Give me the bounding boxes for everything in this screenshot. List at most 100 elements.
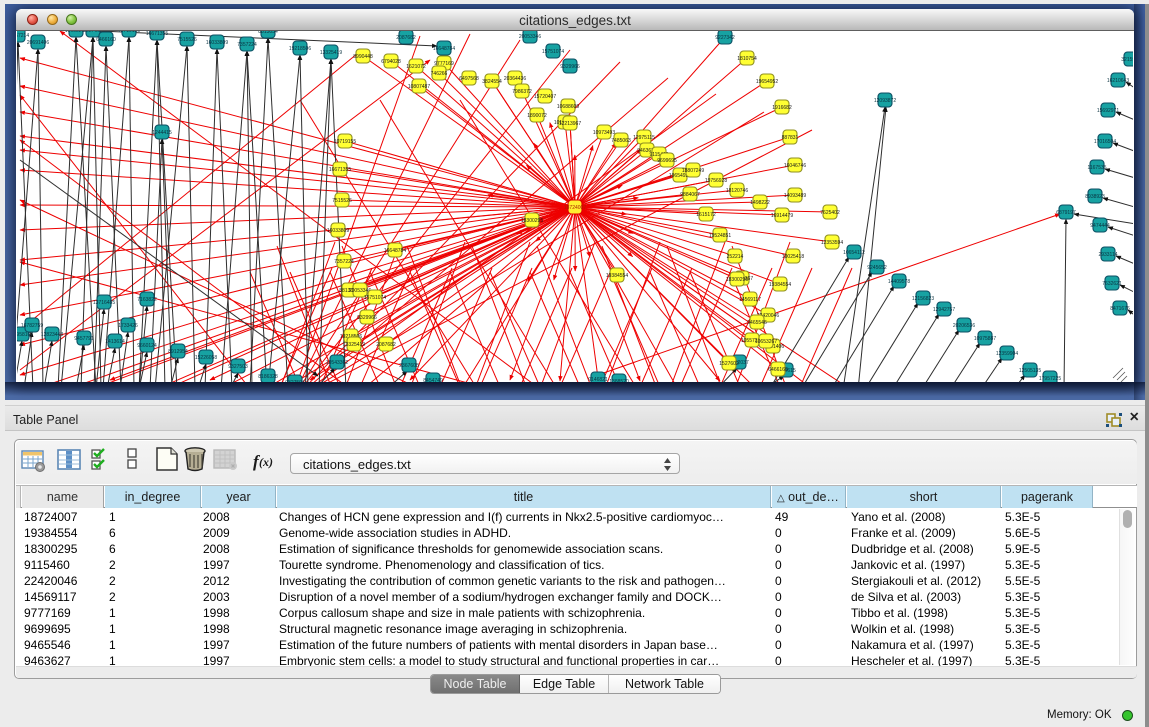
svg-text:6879197: 6879197 (1056, 210, 1076, 216)
svg-text:9465546: 9465546 (747, 320, 767, 326)
svg-text:8912954: 8912954 (168, 349, 188, 355)
svg-text:887831: 887831 (782, 135, 799, 141)
svg-text:10025418: 10025418 (782, 254, 804, 260)
svg-text:18120746: 18120746 (726, 188, 748, 194)
svg-text:2933114: 2933114 (1098, 252, 1117, 258)
svg-text:10543362: 10543362 (326, 360, 348, 366)
svg-text:1244415: 1244415 (152, 130, 172, 136)
svg-text:9327503: 9327503 (228, 364, 248, 370)
svg-text:17957225: 17957225 (1039, 376, 1061, 382)
svg-text:6466160: 6466160 (768, 367, 788, 373)
svg-text:10958167: 10958167 (17, 332, 33, 338)
svg-text:20206536: 20206536 (953, 323, 975, 329)
svg-text:16046746: 16046746 (784, 163, 806, 169)
svg-text:12353594: 12353594 (821, 240, 843, 246)
svg-text:10719155: 10719155 (334, 139, 356, 145)
svg-text:9457791: 9457791 (74, 336, 94, 342)
svg-text:7357224: 7357224 (237, 42, 257, 48)
svg-text:14093489: 14093489 (784, 193, 806, 199)
svg-text:13325419: 13325419 (320, 50, 342, 56)
svg-text:1527602: 1527602 (719, 361, 739, 367)
svg-text:15751074: 15751074 (364, 295, 386, 301)
svg-text:18807249: 18807249 (682, 168, 704, 174)
svg-text:2087682: 2087682 (396, 35, 416, 41)
svg-text:7357224: 7357224 (334, 259, 354, 265)
svg-text:10719155: 10719155 (118, 31, 140, 34)
svg-text:12359904: 12359904 (996, 351, 1018, 357)
svg-text:9474444: 9474444 (1090, 223, 1110, 229)
svg-text:9245652: 9245652 (867, 265, 887, 271)
svg-text:13716485: 13716485 (93, 300, 115, 306)
svg-text:19524851: 19524851 (709, 233, 731, 239)
svg-text:14409578: 14409578 (888, 279, 910, 285)
svg-text:12213967: 12213967 (559, 121, 581, 127)
svg-text:15720407: 15720407 (534, 94, 556, 100)
svg-text:8990448: 8990448 (353, 54, 373, 60)
svg-text:16671355: 16671355 (329, 167, 351, 173)
svg-text:15226058: 15226058 (195, 355, 217, 361)
svg-text:1498222: 1498222 (750, 200, 770, 206)
svg-text:12942757: 12942757 (933, 307, 955, 313)
svg-text:19218506: 19218506 (289, 46, 311, 52)
svg-text:7625402: 7625402 (820, 210, 840, 216)
svg-text:8471676: 8471676 (1110, 306, 1130, 312)
svg-text:16033809: 16033809 (327, 228, 349, 234)
svg-text:9660124: 9660124 (137, 343, 157, 349)
svg-text:19384554: 19384554 (606, 273, 628, 279)
svg-text:14569117: 14569117 (739, 297, 761, 303)
svg-text:1733426: 1733426 (118, 323, 138, 329)
svg-text:6466160: 6466160 (96, 37, 116, 43)
svg-text:10975887: 10975887 (974, 336, 996, 342)
svg-text:16648784: 16648784 (384, 248, 406, 254)
svg-text:2367608: 2367608 (399, 363, 419, 369)
svg-text:8813054: 8813054 (258, 31, 278, 35)
svg-text:252214: 252214 (727, 254, 744, 260)
svg-text:18300295: 18300295 (521, 218, 543, 224)
svg-text:6794028: 6794028 (381, 59, 401, 65)
svg-text:10973493: 10973493 (593, 130, 615, 136)
svg-text:16914479: 16914479 (771, 213, 793, 219)
svg-text:746266: 746266 (431, 71, 448, 77)
svg-text:7485063: 7485063 (611, 138, 631, 144)
svg-text:19384554: 19384554 (769, 282, 791, 288)
svg-text:6497568: 6497568 (459, 76, 479, 82)
svg-text:1810754: 1810754 (737, 56, 757, 62)
svg-text:10557214: 10557214 (17, 33, 29, 39)
svg-text:10654112: 10654112 (843, 250, 865, 256)
svg-text:12975115: 12975115 (633, 135, 655, 141)
svg-text:10688609: 10688609 (557, 104, 579, 110)
svg-text:10807487: 10807487 (408, 84, 430, 90)
svg-text:7515526: 7515526 (177, 37, 197, 43)
svg-text:20053346: 20053346 (519, 34, 541, 40)
svg-text:1621072: 1621072 (406, 64, 426, 70)
svg-text:9699695: 9699695 (657, 158, 677, 164)
svg-text:16210643: 16210643 (1107, 78, 1129, 84)
svg-text:8186328: 8186328 (258, 374, 278, 380)
svg-text:16782759: 16782759 (21, 323, 43, 329)
svg-text:16671355: 16671355 (146, 31, 168, 37)
svg-text:1615172: 1615172 (696, 212, 716, 218)
svg-text:15692971: 15692971 (1097, 108, 1119, 114)
svg-text:9329966: 9329966 (560, 64, 580, 70)
svg-text:9329966: 9329966 (357, 315, 377, 321)
svg-text:9227342: 9227342 (715, 35, 735, 41)
svg-text:1167535: 1167535 (1087, 165, 1106, 171)
svg-text:7515526: 7515526 (332, 198, 352, 204)
svg-text:10653267: 10653267 (755, 339, 777, 345)
svg-text:20691406: 20691406 (27, 40, 49, 46)
svg-text:12093872: 12093872 (874, 98, 896, 104)
svg-text:15751074: 15751074 (542, 49, 564, 55)
svg-text:19756928: 19756928 (705, 178, 727, 184)
svg-text:17016504: 17016504 (1094, 139, 1116, 145)
svg-text:12156823: 12156823 (912, 296, 934, 302)
svg-text:13325419: 13325419 (343, 342, 365, 348)
svg-text:12823448: 12823448 (41, 332, 63, 338)
svg-text:1890072: 1890072 (527, 113, 547, 119)
svg-text:(x): (x) (259, 455, 273, 469)
svg-text:18300295: 18300295 (726, 277, 748, 283)
svg-text:20364436: 20364436 (504, 76, 526, 82)
svg-text:3215958: 3215958 (1121, 57, 1133, 63)
svg-text:1916682: 1916682 (772, 105, 792, 111)
svg-text:9884067: 9884067 (680, 192, 700, 198)
svg-text:16033809: 16033809 (206, 40, 228, 46)
